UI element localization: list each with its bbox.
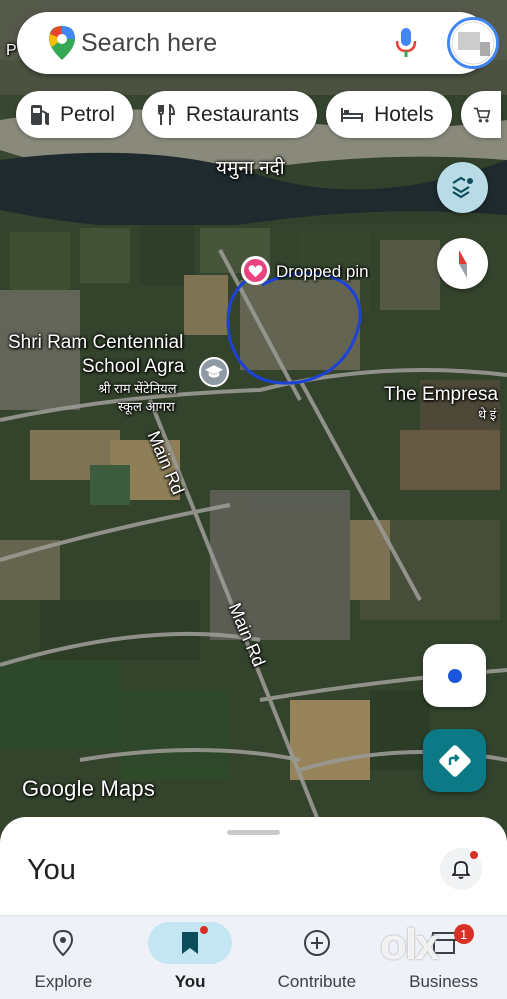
google-maps-logo-icon bbox=[49, 26, 75, 65]
chip-label-petrol: Petrol bbox=[60, 102, 115, 126]
notifications-button[interactable] bbox=[440, 848, 482, 890]
business-badge: 1 bbox=[453, 924, 474, 944]
my-location-icon bbox=[447, 668, 462, 683]
gas-station-icon bbox=[31, 104, 49, 125]
bookmark-icon bbox=[182, 932, 199, 954]
school-label-line2[interactable]: School Agra bbox=[82, 356, 184, 378]
nav-you[interactable]: You bbox=[127, 916, 254, 999]
bottom-sheet[interactable]: You bbox=[0, 817, 507, 927]
chip-restaurants[interactable]: Restaurants bbox=[141, 91, 318, 138]
add-circle-icon bbox=[303, 930, 330, 956]
place-label-empresa[interactable]: The Empresa bbox=[384, 384, 498, 406]
fork-knife-icon bbox=[157, 103, 175, 125]
sheet-title: You bbox=[27, 854, 76, 886]
river-label: यमुना नदी bbox=[216, 158, 285, 179]
compass-button[interactable] bbox=[437, 238, 488, 289]
layers-icon bbox=[451, 176, 473, 198]
nav-label-you: You bbox=[174, 972, 206, 991]
school-label-hindi2: स्कूल आगरा bbox=[118, 399, 175, 414]
directions-icon bbox=[438, 744, 471, 777]
school-icon[interactable] bbox=[199, 357, 229, 387]
nav-explore[interactable]: Explore bbox=[0, 916, 127, 999]
nav-label-contribute: Contribute bbox=[277, 972, 357, 991]
place-label-empresa-hindi: थे इं bbox=[478, 407, 497, 422]
layers-button[interactable] bbox=[437, 162, 488, 213]
map-label-partial: P bbox=[6, 42, 17, 59]
school-label-line1[interactable]: Shri Ram Centennial bbox=[8, 332, 183, 354]
compass-icon bbox=[458, 249, 467, 278]
search-input[interactable] bbox=[81, 22, 371, 64]
my-location-button[interactable] bbox=[423, 644, 486, 707]
chip-petrol[interactable]: Petrol bbox=[16, 91, 133, 138]
category-chips: Petrol Restaurants Hotels bbox=[16, 91, 501, 138]
chip-more-partial[interactable] bbox=[460, 91, 501, 138]
location-pin-icon bbox=[53, 930, 74, 956]
chip-hotels[interactable]: Hotels bbox=[326, 91, 452, 138]
directions-button[interactable] bbox=[423, 729, 486, 792]
nav-label-business: Business bbox=[409, 972, 479, 991]
account-avatar[interactable] bbox=[447, 17, 499, 69]
bed-icon bbox=[341, 107, 364, 122]
school-label-hindi1: श्री राम सेंटेनियल bbox=[98, 381, 177, 396]
bell-icon bbox=[452, 861, 470, 879]
dropped-pin-marker-icon[interactable] bbox=[241, 256, 270, 285]
olx-watermark: olx bbox=[380, 920, 440, 969]
dropped-pin-label[interactable]: Dropped pin bbox=[276, 262, 369, 282]
chip-label-hotels: Hotels bbox=[374, 102, 434, 126]
chip-label-restaurants: Restaurants bbox=[185, 102, 300, 126]
search-bar[interactable] bbox=[17, 12, 499, 74]
google-maps-watermark: Google Maps bbox=[22, 776, 156, 801]
sheet-drag-handle[interactable] bbox=[227, 830, 280, 835]
notification-dot bbox=[470, 851, 478, 859]
shopping-cart-icon bbox=[473, 107, 491, 122]
nav-contribute[interactable]: Contribute bbox=[254, 916, 381, 999]
microphone-icon[interactable] bbox=[395, 28, 417, 63]
you-notification-dot bbox=[200, 926, 209, 934]
nav-label-explore: Explore bbox=[34, 972, 93, 991]
